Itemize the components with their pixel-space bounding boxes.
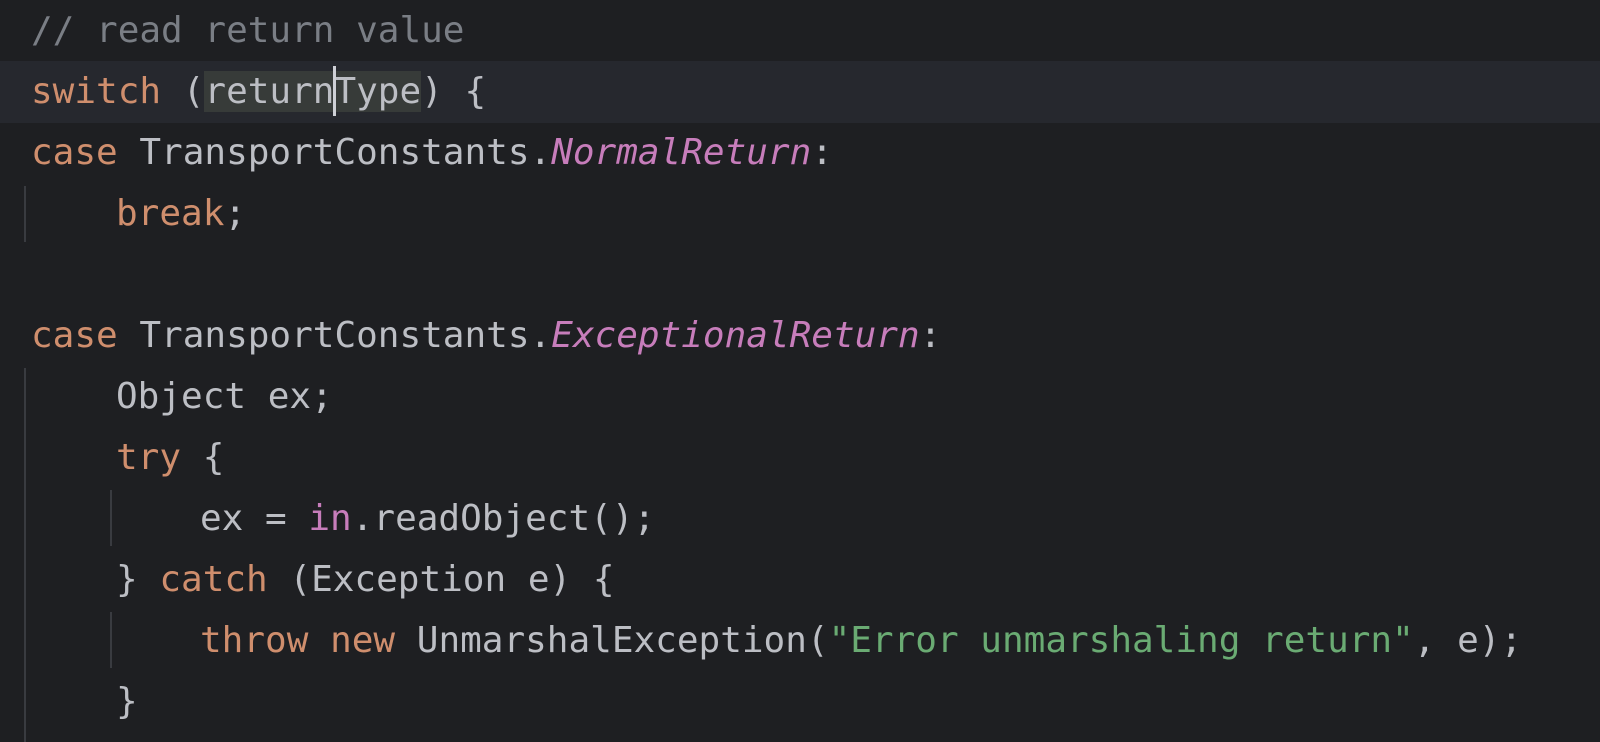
code-line[interactable]: // read return value	[0, 0, 1600, 62]
brace: {	[181, 437, 225, 478]
keyword: new	[330, 620, 396, 661]
class-ref: TransportConstants.	[117, 132, 552, 173]
code-line[interactable]: }	[0, 671, 1600, 733]
assign-target: ex =	[200, 498, 309, 539]
try-statement: try {	[116, 427, 224, 489]
break-statement: break;	[116, 183, 246, 245]
keyword: case	[31, 132, 118, 173]
comment-text: // read return value	[31, 10, 465, 51]
code-line[interactable]: throw new UnmarshalException("Error unma…	[0, 610, 1600, 672]
semicolon: ;	[224, 193, 247, 234]
switch-statement: switch (returnType) {	[31, 61, 486, 123]
brace: }	[116, 559, 160, 600]
class-ref: TransportConstants.	[117, 315, 552, 356]
highlighted-identifier: returnType	[204, 66, 422, 116]
constant-field: ExceptionalReturn	[551, 315, 920, 356]
colon: :	[919, 315, 942, 356]
paren-open: (	[161, 71, 205, 112]
code-line[interactable]: case TransportConstants.ExceptionalRetur…	[0, 305, 1600, 367]
code-line[interactable]: case TransportConstants.NormalReturn:	[0, 122, 1600, 184]
keyword: switch	[31, 71, 162, 112]
code-editor[interactable]: // read return value switch (returnType)…	[0, 0, 1600, 742]
class-ref: UnmarshalException(	[395, 620, 829, 661]
string-literal: "Error unmarshaling return"	[828, 620, 1414, 661]
code-line[interactable]: ex = in.readObject();	[0, 488, 1600, 550]
keyword: catch	[159, 559, 268, 600]
declaration: Object ex;	[116, 376, 333, 417]
field-ref: in	[308, 498, 352, 539]
keyword: case	[31, 315, 118, 356]
case-statement: case TransportConstants.ExceptionalRetur…	[31, 305, 941, 367]
code-line[interactable]: break;	[0, 183, 1600, 245]
code-line[interactable]: } catch (Exception e) {	[0, 549, 1600, 611]
colon: :	[811, 132, 833, 173]
keyword: try	[116, 437, 182, 478]
code-line[interactable]: Object ex;	[0, 366, 1600, 428]
throw-statement: throw new UnmarshalException("Error unma…	[200, 610, 1522, 672]
catch-statement: } catch (Exception e) {	[116, 549, 615, 611]
text-caret	[332, 66, 336, 116]
assignment: ex = in.readObject();	[200, 488, 655, 550]
brace: }	[116, 681, 138, 722]
keyword: throw	[200, 620, 309, 661]
code-line-empty[interactable]	[0, 244, 1600, 306]
call-args: , e);	[1413, 620, 1523, 661]
code-line[interactable]: try {	[0, 427, 1600, 489]
identifier-part: return	[204, 71, 335, 112]
case-statement: case TransportConstants.NormalReturn:	[31, 122, 833, 184]
paren-close: ) {	[421, 71, 487, 112]
catch-params: (Exception e) {	[267, 559, 615, 600]
keyword: break	[116, 193, 225, 234]
identifier-part: Type	[334, 71, 422, 112]
method-call: .readObject();	[351, 498, 656, 539]
constant-field: NormalReturn	[551, 132, 812, 173]
code-line-current[interactable]: switch (returnType) {	[0, 61, 1600, 123]
